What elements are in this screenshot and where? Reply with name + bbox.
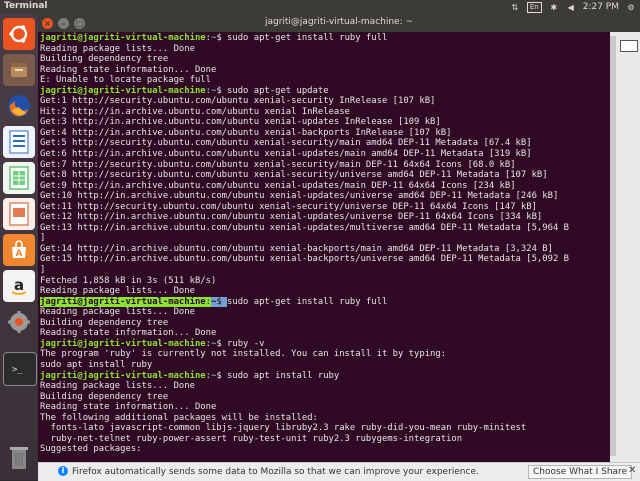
notification-text: Firefox automatically sends some data to…: [72, 467, 479, 477]
calc-icon[interactable]: [3, 162, 35, 194]
terminal-output-line: Get:5 http://security.ubuntu.com/ubuntu …: [40, 138, 532, 149]
prompt-symbol: $: [216, 85, 228, 96]
prompt-user: jagriti@jagriti-virtual-machine: [40, 370, 206, 381]
terminal-output-line: Reading state information... Done: [40, 64, 217, 75]
svg-text:a: a: [14, 276, 24, 294]
terminal-output-line: Get:3 http://in.archive.ubuntu.com/ubunt…: [40, 117, 441, 128]
amazon-icon[interactable]: a: [3, 270, 35, 302]
window-title: jagriti@jagriti-virtual-machine: ~: [264, 17, 414, 27]
command-text: sudo apt-get update: [227, 85, 329, 96]
firefox-icon[interactable]: [3, 90, 35, 122]
terminal-prompt-line: jagriti@jagriti-virtual-machine:~$ sudo …: [40, 86, 569, 97]
impress-icon[interactable]: [3, 198, 35, 230]
terminal-output-line: Reading package lists... Done: [40, 286, 195, 297]
prompt-user: jagriti@jagriti-virtual-machine: [40, 296, 206, 307]
clock[interactable]: 2:27 PM: [583, 2, 619, 12]
top-panel: Terminal ⇅ En ✱ ◀ 2:27 PM ⚙: [0, 0, 640, 14]
terminal-output-line: The program 'ruby' is currently not inst…: [40, 349, 447, 360]
terminal-output-line: Get:12 http://in.archive.ubuntu.com/ubun…: [40, 212, 543, 223]
terminal-output-line: Get:6 http://in.archive.ubuntu.com/ubunt…: [40, 149, 532, 160]
terminal-prompt-line: jagriti@jagriti-virtual-machine:~$ sudo …: [40, 371, 569, 382]
window-titlebar[interactable]: × – □ jagriti@jagriti-virtual-machine: ~: [38, 14, 640, 32]
terminal-output-line: E: Unable to locate package full: [40, 75, 211, 86]
terminal-output-line: Fetched 1,858 kB in 3s (511 kB/s): [40, 275, 217, 286]
trash-icon[interactable]: [3, 442, 35, 474]
terminal-output-line: Get:13 http://in.archive.ubuntu.com/ubun…: [40, 222, 569, 233]
terminal-output-line: ]: [40, 265, 46, 276]
active-app-title: Terminal: [4, 1, 48, 11]
terminal-output-line: Reading package lists... Done: [40, 307, 195, 318]
command-text: ruby -v: [227, 338, 265, 349]
bluetooth-icon[interactable]: ✱: [549, 2, 559, 12]
terminal-output-line: Reading state information... Done: [40, 328, 217, 339]
prompt-symbol: $: [216, 370, 228, 381]
terminal-output-line: Reading state information... Done: [40, 402, 217, 413]
terminal-prompt-line: jagriti@jagriti-virtual-machine:~$ sudo …: [40, 33, 569, 44]
terminal-prompt-line: jagriti@jagriti-virtual-machine:~$ sudo …: [40, 296, 569, 308]
command-text: sudo apt-get install ruby full: [227, 33, 388, 43]
terminal-output-line: Building dependency tree: [40, 391, 169, 402]
terminal-output-line: Building dependency tree: [40, 54, 169, 65]
keyboard-language-indicator[interactable]: En: [526, 1, 542, 13]
terminal-output-line: Get:1 http://security.ubuntu.com/ubuntu …: [40, 96, 436, 107]
terminal-output: jagriti@jagriti-virtual-machine:~$ sudo …: [40, 33, 569, 455]
files-icon[interactable]: [3, 54, 35, 86]
terminal-output-line: Get:7 http://security.ubuntu.com/ubuntu …: [40, 159, 516, 170]
terminal-output-line: Get:8 http://security.ubuntu.com/ubuntu …: [40, 170, 548, 181]
terminal-output-line: ]: [40, 233, 46, 244]
close-icon[interactable]: ✕: [628, 465, 636, 476]
network-icon[interactable]: ⇅: [510, 2, 520, 12]
notification-bar: i Firefox automatically sends some data …: [38, 462, 640, 481]
window-icon: [620, 40, 638, 52]
prompt-user: jagriti@jagriti-virtual-machine: [40, 33, 206, 43]
prompt-symbol: $: [216, 338, 228, 349]
terminal-prompt-line: jagriti@jagriti-virtual-machine:~$ ruby …: [40, 339, 569, 350]
prompt-user: jagriti@jagriti-virtual-machine: [40, 338, 206, 349]
terminal-output-line: sudo apt install ruby: [40, 359, 153, 370]
terminal-output-line: The following additional packages will b…: [40, 412, 318, 423]
settings-icon[interactable]: [3, 306, 35, 338]
terminal-icon[interactable]: >_: [3, 352, 37, 386]
terminal-output-line: Suggested packages:: [40, 444, 142, 455]
terminal-output-line: Get:14 http://in.archive.ubuntu.com/ubun…: [40, 243, 553, 254]
terminal-output-line: Get:11 http://security.ubuntu.com/ubuntu…: [40, 201, 537, 212]
terminal-scrollbar[interactable]: [610, 36, 616, 456]
terminal-output-line: Get:4 http://in.archive.ubuntu.com/ubunt…: [40, 127, 452, 138]
launcher: A a >_: [0, 14, 38, 480]
terminal-output-line: Hit:2 http://in.archive.ubuntu.com/ubunt…: [40, 106, 350, 117]
svg-text:A: A: [16, 249, 23, 259]
terminal-output-line: Reading package lists... Done: [40, 43, 195, 54]
terminal-output-line: ruby-net-telnet ruby-power-assert ruby-t…: [40, 433, 463, 444]
terminal-output-line: Building dependency tree: [40, 317, 169, 328]
terminal-output-line: Get:15 http://in.archive.ubuntu.com/ubun…: [40, 254, 569, 265]
terminal-area[interactable]: jagriti@jagriti-virtual-machine:~$ sudo …: [38, 32, 610, 462]
command-text: sudo apt-get install ruby full: [227, 296, 388, 307]
terminal-output-line: Reading package lists... Done: [40, 381, 195, 392]
terminal-output-line: fonts-lato javascript-common libjs-jquer…: [40, 423, 527, 434]
choose-what-i-share-button[interactable]: Choose What I Share: [528, 465, 633, 479]
system-tray: ⇅ En ✱ ◀ 2:27 PM ⚙: [510, 0, 636, 14]
prompt-symbol: $: [216, 296, 228, 307]
terminal-output-line: Get:10 http://in.archive.ubuntu.com/ubun…: [40, 191, 559, 202]
software-center-icon[interactable]: A: [3, 234, 35, 266]
ubuntu-dash-icon[interactable]: [3, 18, 35, 50]
prompt-user: jagriti@jagriti-virtual-machine: [40, 85, 206, 96]
writer-icon[interactable]: [3, 126, 35, 158]
command-text: sudo apt install ruby: [227, 370, 340, 381]
terminal-output-line: Get:9 http://in.archive.ubuntu.com/ubunt…: [40, 180, 516, 191]
svg-text:>_: >_: [12, 365, 23, 375]
volume-icon[interactable]: ◀: [566, 2, 576, 12]
prompt-symbol: $: [216, 33, 228, 43]
gear-icon[interactable]: ⚙: [626, 2, 636, 12]
